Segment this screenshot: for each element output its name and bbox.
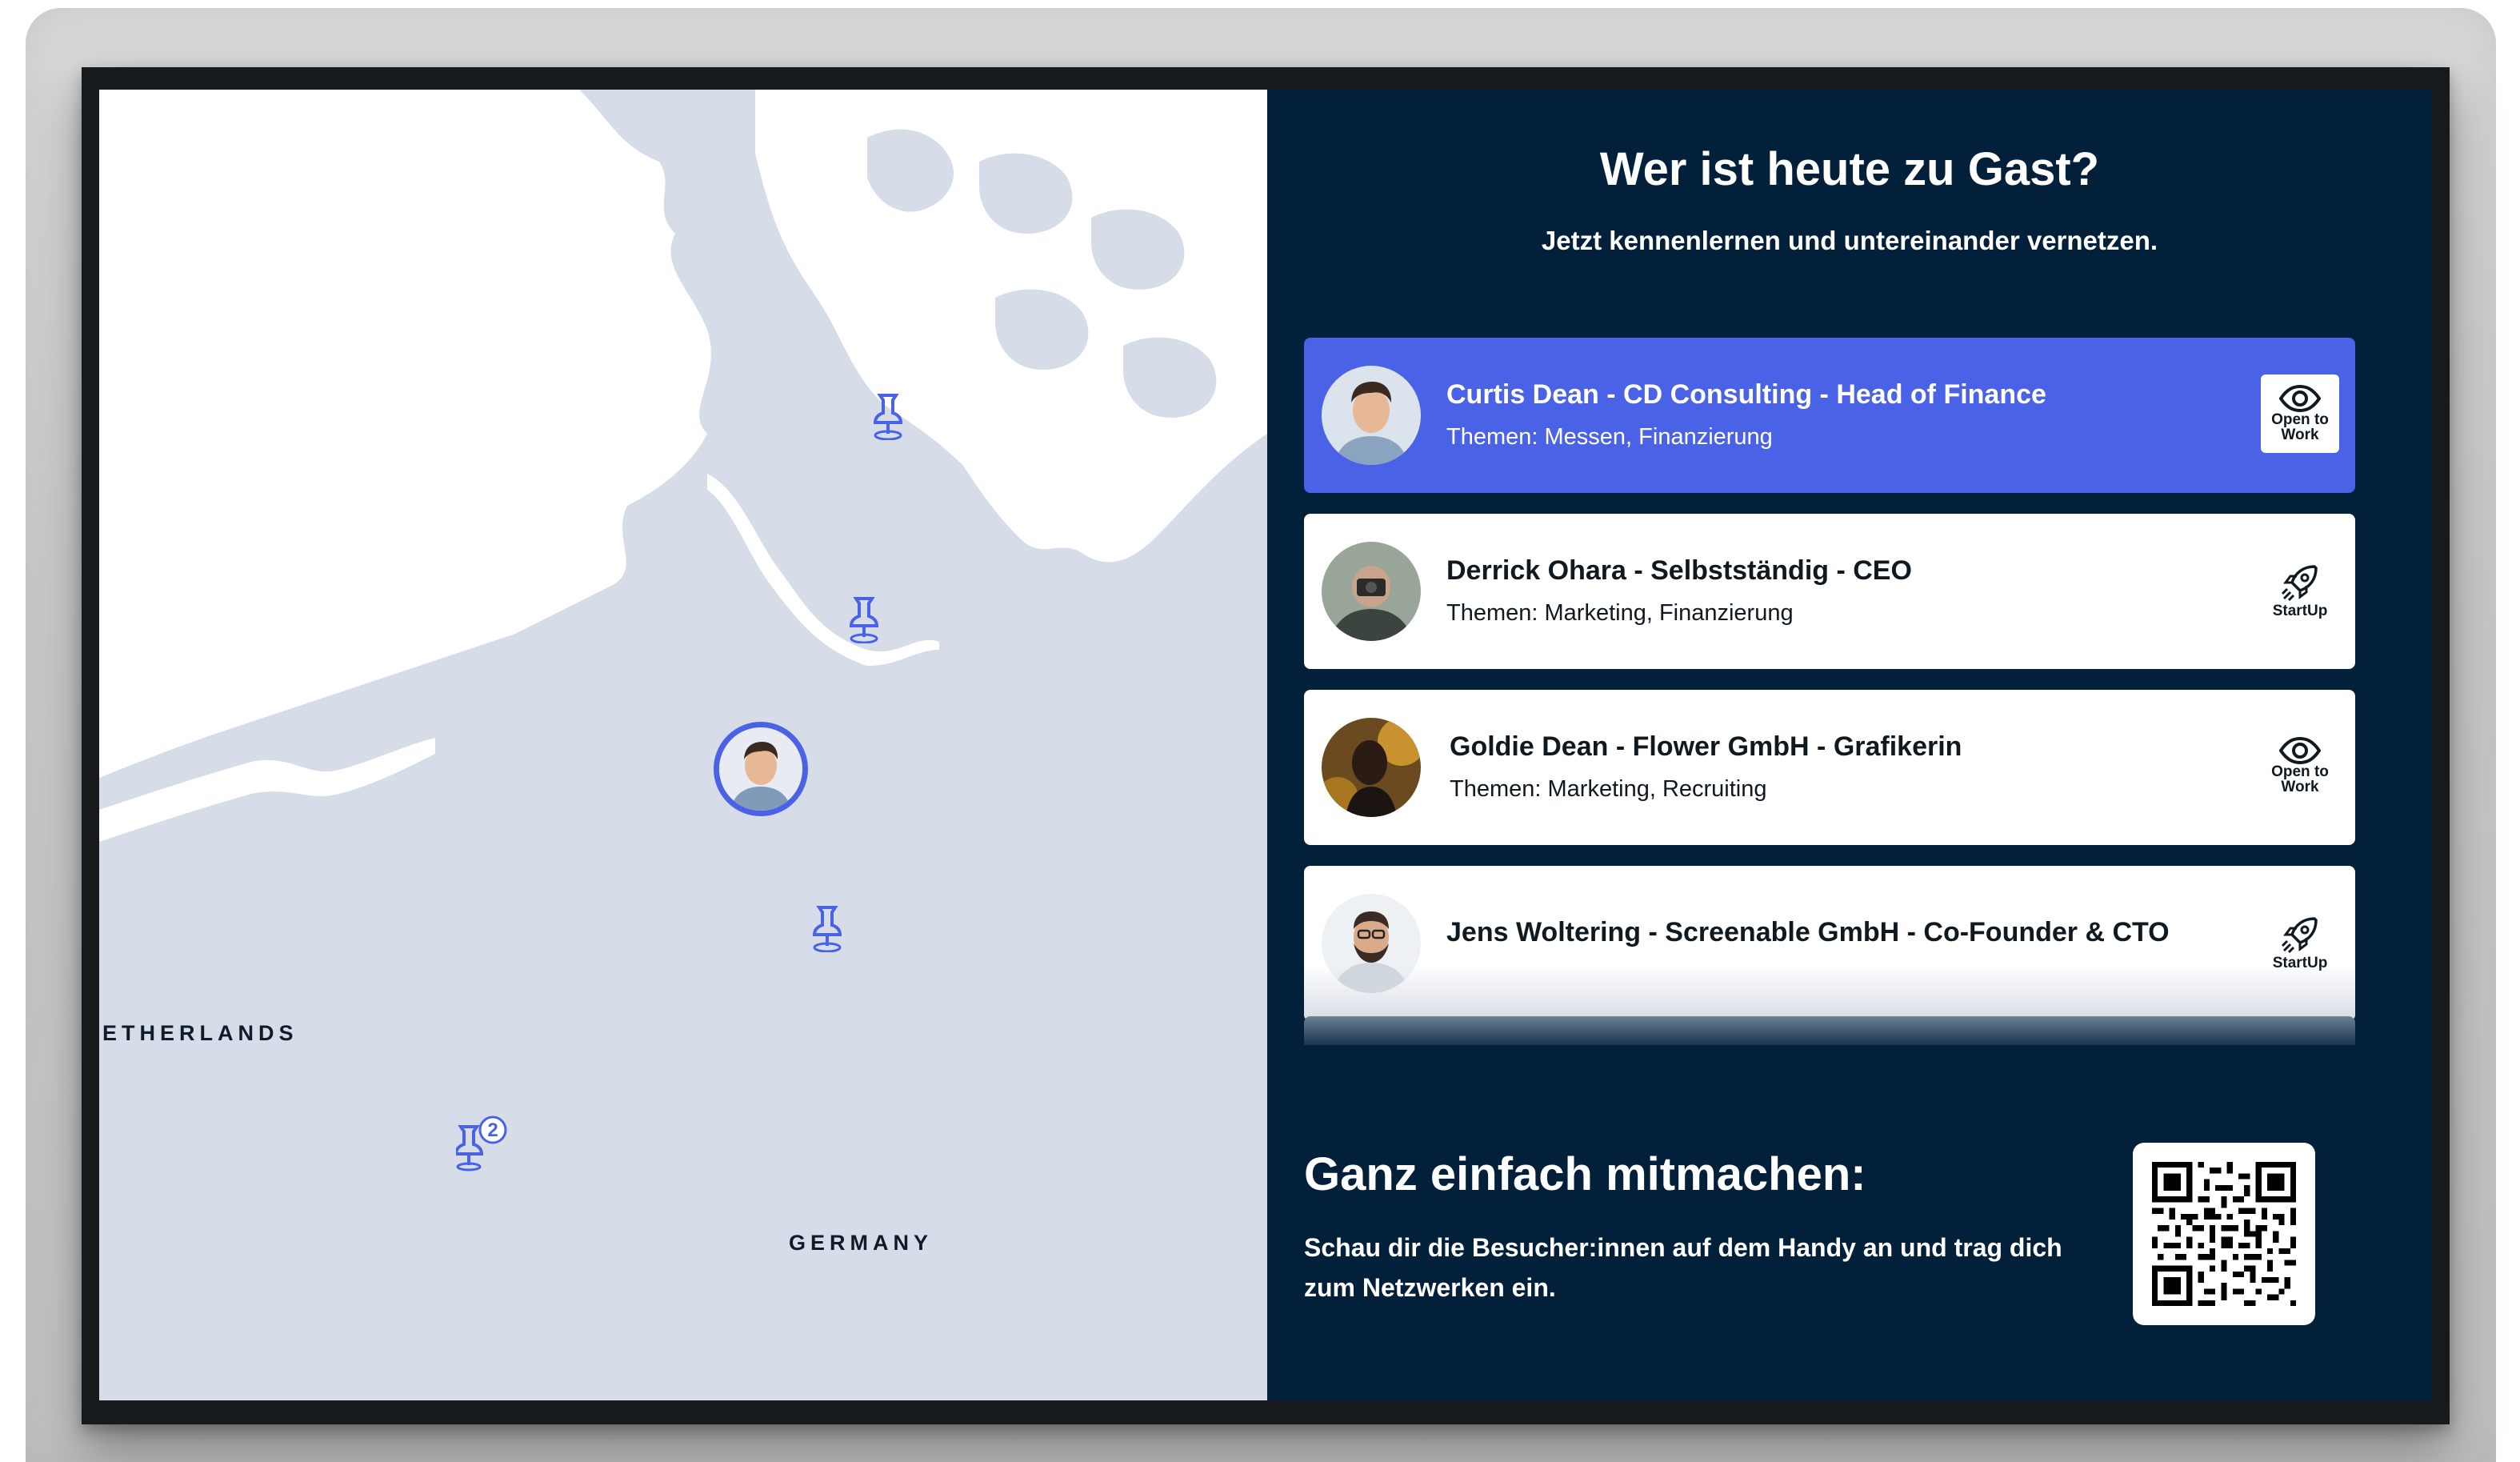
- guest-name: Curtis Dean - CD Consulting - Head of Fi…: [1446, 379, 2046, 410]
- open-to-work-badge: Open to Work: [2261, 727, 2339, 805]
- map-label-germany: GERMANY: [789, 1231, 934, 1255]
- avatar: [1322, 718, 1421, 817]
- badge-label: Open to: [2271, 411, 2329, 428]
- cta-title: Ganz einfach mitmachen:: [1304, 1148, 1866, 1200]
- badge-label: Work: [2281, 779, 2319, 795]
- badge-label: StartUp: [2272, 602, 2328, 619]
- open-to-work-badge: Open to Work: [2261, 375, 2339, 453]
- rocket-icon: [2281, 916, 2318, 953]
- panel-title: Wer ist heute zu Gast?: [1599, 143, 2100, 195]
- map-pin-icon[interactable]: [846, 595, 882, 643]
- cta-text: Schau dir die Besucher:innen auf dem Han…: [1304, 1233, 2062, 1302]
- avatar: [1322, 366, 1421, 465]
- map-coastline: [99, 90, 1267, 842]
- guest-card[interactable]: Goldie Dean - Flower GmbH - Grafikerin T…: [1304, 690, 2355, 845]
- avatar: [719, 727, 802, 811]
- map[interactable]: ETHERLANDS GERMANY 2: [99, 90, 1267, 1400]
- guest-topics: Themen: Marketing, Recruiting: [1450, 776, 1767, 802]
- guest-topics: Themen: Marketing, Finanzierung: [1446, 600, 1794, 626]
- startup-badge: StartUp: [2261, 551, 2339, 629]
- guest-name: Jens Woltering - Screenable GmbH - Co-Fo…: [1446, 917, 2170, 947]
- guest-card[interactable]: Derrick Ohara - Selbstständig - CEO Them…: [1304, 514, 2355, 669]
- map-pin-icon[interactable]: [870, 392, 906, 440]
- card-fade: [1304, 965, 2355, 1021]
- badge-label: Work: [2281, 427, 2319, 443]
- display-screen: ETHERLANDS GERMANY 2 Wer ist heute zu Ga…: [82, 67, 2450, 1424]
- map-label-netherlands: ETHERLANDS: [102, 1021, 298, 1045]
- qr-code[interactable]: [2133, 1143, 2315, 1325]
- avatar: [1322, 542, 1421, 641]
- qr-code-icon: [2152, 1162, 2296, 1306]
- guest-card[interactable]: Jens Woltering - Screenable GmbH - Co-Fo…: [1304, 866, 2355, 1021]
- guest-name: Goldie Dean - Flower GmbH - Grafikerin: [1450, 731, 1962, 762]
- map-pin-icon[interactable]: [810, 904, 845, 952]
- guest-panel: Wer ist heute zu Gast? Jetzt kennenlerne…: [1267, 90, 2432, 1400]
- cluster-count: 2: [487, 1120, 498, 1141]
- guest-topics: Themen: Messen, Finanzierung: [1446, 424, 1773, 450]
- map-avatar-marker[interactable]: [714, 722, 808, 816]
- guest-name: Derrick Ohara - Selbstständig - CEO: [1446, 555, 1912, 586]
- panel-subtitle: Jetzt kennenlernen und untereinander ver…: [1541, 226, 2158, 255]
- badge-label: Open to: [2271, 763, 2329, 780]
- rocket-icon: [2281, 564, 2318, 601]
- eye-icon: [2279, 737, 2321, 764]
- guest-card[interactable]: Curtis Dean - CD Consulting - Head of Fi…: [1304, 338, 2355, 493]
- guest-card-peek: [1304, 1016, 2355, 1045]
- eye-icon: [2279, 385, 2321, 412]
- map-pin-cluster-icon[interactable]: 2: [456, 1116, 509, 1172]
